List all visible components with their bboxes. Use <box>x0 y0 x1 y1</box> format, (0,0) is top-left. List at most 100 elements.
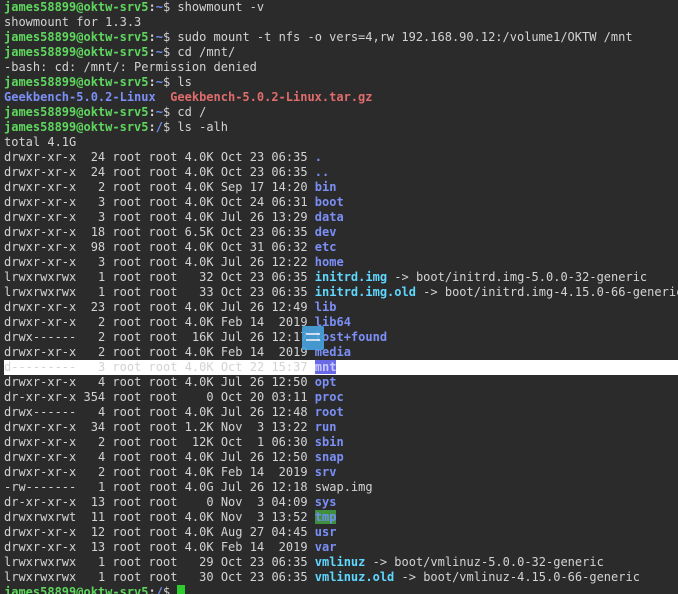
listing-row: drwxr-xr-x 2 root root 4.0K Feb 14 2019 … <box>4 345 678 360</box>
listing-metadata: drwxr-xr-x 2 root root 12K Oct 1 06:30 <box>4 435 315 449</box>
listing-metadata: drwxr-xr-x 4 root root 4.0K Jul 26 12:50 <box>4 375 315 389</box>
link-count: 34 <box>90 420 106 434</box>
listing-metadata: drwxrwxrwt 11 root root 4.0K Nov 3 13:52 <box>4 510 315 524</box>
owner: root <box>112 180 142 194</box>
command-line: james58899@oktw-srv5:~$ ls <box>4 75 678 90</box>
prompt-path: ~ <box>155 45 163 59</box>
file-name[interactable]: srv <box>315 465 337 479</box>
time: 06:35 <box>271 150 308 164</box>
month: Jul <box>220 450 243 464</box>
listing-metadata: dr-xr-xr-x 354 root root 0 Oct 20 03:11 <box>4 390 315 404</box>
directory-entry: Geekbench-5.0.2-Linux <box>4 90 156 104</box>
file-name[interactable]: swap.img <box>315 480 373 494</box>
file-name[interactable]: lib <box>315 300 337 314</box>
file-name[interactable]: dev <box>315 225 337 239</box>
file-size: 4.0K <box>184 405 214 419</box>
listing-row: drwxrwxrwt 11 root root 4.0K Nov 3 13:52… <box>4 510 678 525</box>
prompt-path: / <box>155 120 163 134</box>
listing-row: drwxr-xr-x 23 root root 4.0K Jul 26 12:4… <box>4 300 678 315</box>
day: 14 <box>249 465 265 479</box>
terminal-window[interactable]: james58899@oktw-srv5:~$ showmount -v show… <box>0 0 678 594</box>
file-size: 4.0K <box>184 210 214 224</box>
file-size: 0 <box>206 495 214 509</box>
file-name[interactable]: var <box>315 540 337 554</box>
file-name[interactable]: boot <box>315 195 344 209</box>
link-count: 24 <box>90 165 106 179</box>
file-name[interactable]: sbin <box>315 435 344 449</box>
prompt-colon: : <box>148 0 156 14</box>
listing-row: dr-xr-xr-x 13 root root 0 Nov 3 04:09 sy… <box>4 495 678 510</box>
output-text: -bash: cd: /mnt/: Permission denied <box>4 60 257 74</box>
file-name[interactable]: vmlinuz <box>315 555 366 569</box>
file-size: 4.0K <box>184 180 214 194</box>
listing-metadata: d--------- 3 root root 4.0K Oct 22 15:37 <box>4 360 315 374</box>
file-name[interactable]: run <box>315 420 337 434</box>
permissions: drwxr-xr-x <box>4 255 77 269</box>
file-size: 4.0K <box>184 165 214 179</box>
permissions: drwx------ <box>4 330 77 344</box>
file-name[interactable]: data <box>315 210 344 224</box>
file-name[interactable]: bin <box>315 180 337 194</box>
archive-entry: Geekbench-5.0.2-Linux.tar.gz <box>170 90 373 104</box>
group: root <box>148 360 178 374</box>
permissions: lrwxrwxrwx <box>4 270 77 284</box>
file-name[interactable]: initrd.img.old <box>315 285 416 299</box>
month: Oct <box>220 555 243 569</box>
file-name[interactable]: initrd.img <box>315 270 387 284</box>
file-name[interactable]: .. <box>315 165 329 179</box>
file-name[interactable]: snap <box>315 450 344 464</box>
file-name[interactable]: tmp <box>314 510 337 524</box>
listing-metadata: drwxr-xr-x 34 root root 1.2K Nov 3 13:22 <box>4 420 315 434</box>
day: 3 <box>256 510 265 524</box>
listing-metadata: drwxr-xr-x 2 root root 4.0K Sep 17 14:20 <box>4 180 315 194</box>
permissions: lrwxrwxrwx <box>4 555 77 569</box>
listing-row: drwxr-xr-x 2 root root 4.0K Feb 14 2019 … <box>4 465 678 480</box>
prompt-dollar: $ <box>162 30 178 44</box>
listing-metadata: drwxr-xr-x 4 root root 4.0K Jul 26 12:50 <box>4 450 315 464</box>
listing-metadata: drwxr-xr-x 2 root root 4.0K Feb 14 2019 <box>4 315 315 329</box>
cursor[interactable] <box>177 585 186 594</box>
file-name[interactable]: sys <box>315 495 337 509</box>
file-name[interactable]: root <box>315 405 344 419</box>
file-name[interactable]: proc <box>315 390 344 404</box>
time: 12:49 <box>271 300 308 314</box>
file-name[interactable]: usr <box>315 525 337 539</box>
link-count: 23 <box>90 300 106 314</box>
file-name[interactable]: . <box>315 150 322 164</box>
month: Oct <box>220 195 243 209</box>
listing-row: -rw------- 1 root root 4.0G Jul 26 12:18… <box>4 480 678 495</box>
permissions: drwxr-xr-x <box>4 225 77 239</box>
month: Feb <box>220 540 243 554</box>
owner: root <box>112 270 142 284</box>
group: root <box>148 180 178 194</box>
time: 2019 <box>271 465 308 479</box>
file-name[interactable]: opt <box>315 375 337 389</box>
permissions: dr-xr-xr-x <box>4 495 77 509</box>
file-size: 4.0K <box>184 150 214 164</box>
day: 26 <box>249 405 265 419</box>
file-size: 4.0K <box>184 345 214 359</box>
link-count: 3 <box>97 360 106 374</box>
file-size: 33 <box>199 285 214 299</box>
month: Sep <box>220 180 243 194</box>
time: 06:35 <box>271 165 308 179</box>
prompt-dollar: $ <box>162 120 178 134</box>
group: root <box>148 285 178 299</box>
file-name[interactable]: lost+found <box>315 330 387 344</box>
group: root <box>148 210 178 224</box>
month: Aug <box>220 525 243 539</box>
file-name[interactable]: home <box>315 255 344 269</box>
link-count: 2 <box>97 465 106 479</box>
owner: root <box>112 510 142 524</box>
file-name[interactable]: mnt <box>314 360 337 374</box>
file-name[interactable]: etc <box>315 240 337 254</box>
link-count: 3 <box>97 195 106 209</box>
prompt-dollar: $ <box>162 45 178 59</box>
listing-row: drwxr-xr-x 98 root root 4.0K Oct 31 06:3… <box>4 240 678 255</box>
owner: root <box>112 435 142 449</box>
file-name[interactable]: vmlinuz.old <box>315 570 394 584</box>
group: root <box>148 480 178 494</box>
owner: root <box>112 495 142 509</box>
file-size: 29 <box>199 555 214 569</box>
prompt-colon: : <box>148 105 156 119</box>
